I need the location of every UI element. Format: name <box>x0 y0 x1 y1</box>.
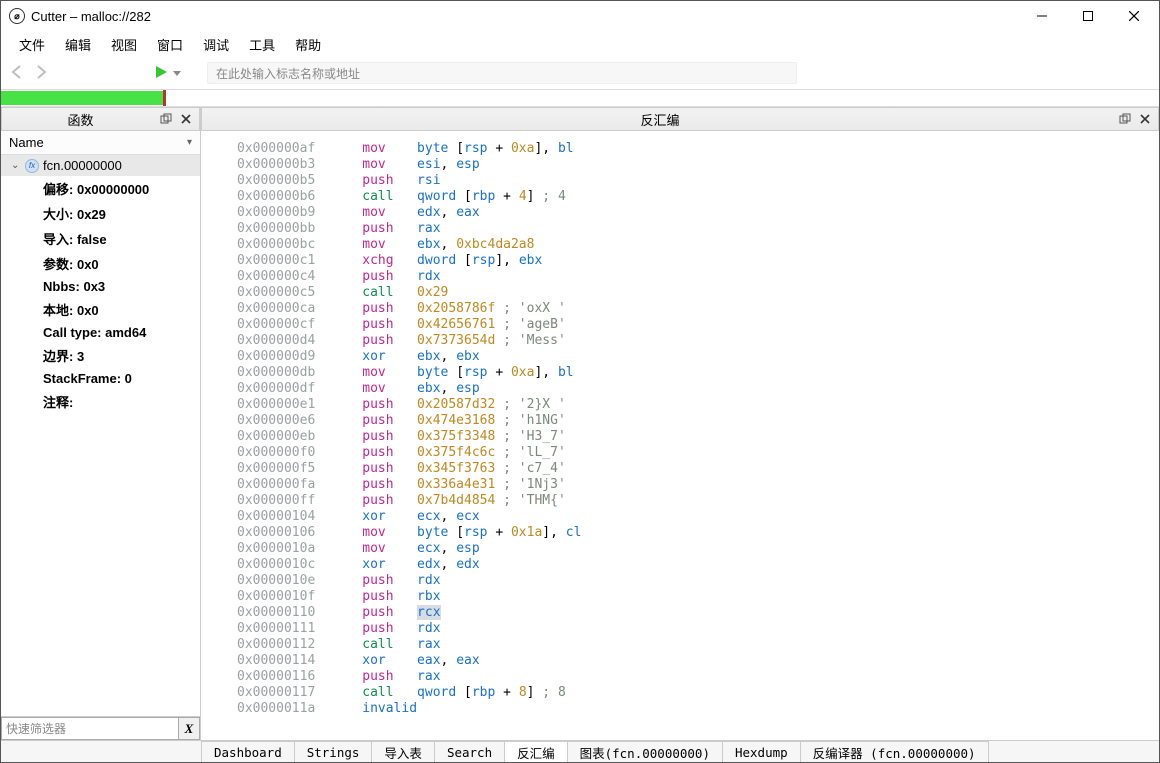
address-placeholder: 在此处输入标志名称或地址 <box>216 65 360 82</box>
window-title: Cutter – malloc://282 <box>31 9 1019 24</box>
function-property: StackFrame: 0 <box>1 368 200 389</box>
run-dropdown-icon[interactable] <box>173 71 181 76</box>
function-name-label: fcn.00000000 <box>43 158 122 173</box>
chevron-down-icon: ▾ <box>187 137 192 148</box>
functions-tree[interactable]: ⌄ fx fcn.00000000 偏移: 0x00000000大小: 0x29导入:… <box>1 155 200 716</box>
quick-filter-clear-button[interactable]: X <box>178 717 200 740</box>
menu-item[interactable]: 窗口 <box>147 33 193 56</box>
menu-item[interactable]: 工具 <box>239 33 285 56</box>
function-property: 偏移: 0x00000000 <box>1 176 200 201</box>
menu-item[interactable]: 编辑 <box>55 33 101 56</box>
functions-column-header[interactable]: Name ▾ <box>1 131 200 155</box>
function-property: 参数: 0x0 <box>1 251 200 276</box>
panel-close-icon[interactable] <box>1136 110 1154 128</box>
bottom-tab[interactable]: Hexdump <box>722 741 801 762</box>
disassembly-panel: 反汇编 0x000000af mov byte [rsp + 0xa], bl … <box>201 107 1159 740</box>
functions-panel-title: 函数 <box>6 110 155 129</box>
function-property: 边界: 3 <box>1 343 200 368</box>
function-property: Nbbs: 0x3 <box>1 276 200 297</box>
panel-close-icon[interactable] <box>177 110 195 128</box>
menu-item[interactable]: 调试 <box>193 33 239 56</box>
expand-icon[interactable]: ⌄ <box>11 160 21 171</box>
panel-float-icon[interactable] <box>1116 110 1134 128</box>
maximize-button[interactable] <box>1065 1 1111 31</box>
disassembly-panel-title: 反汇编 <box>206 110 1114 129</box>
menubar: 文件编辑视图窗口调试工具帮助 <box>1 31 1159 57</box>
address-input[interactable]: 在此处输入标志名称或地址 <box>207 62 797 84</box>
disassembly-view[interactable]: 0x000000af mov byte [rsp + 0xa], bl 0x00… <box>201 131 1159 740</box>
bottom-tab[interactable]: Search <box>434 741 505 762</box>
app-icon: ⌀ <box>9 8 25 24</box>
quick-filter-input[interactable] <box>1 717 178 740</box>
bottom-tab[interactable]: 导入表 <box>371 741 435 762</box>
function-property: 注释: <box>1 389 200 414</box>
run-button[interactable] <box>153 64 169 83</box>
function-tree-item[interactable]: ⌄ fx fcn.00000000 <box>1 155 200 176</box>
nav-forward-button[interactable] <box>33 64 51 82</box>
menu-item[interactable]: 文件 <box>9 33 55 56</box>
bottom-tabbar: DashboardStrings导入表Search反汇编图表(fcn.00000… <box>1 740 1159 762</box>
titlebar: ⌀ Cutter – malloc://282 <box>1 1 1159 31</box>
function-property: Call type: amd64 <box>1 322 200 343</box>
bottom-tab[interactable]: 图表(fcn.00000000) <box>567 741 723 762</box>
functions-panel: 函数 Name ▾ ⌄ fx fcn.00000000 偏移: 0x00000000大… <box>1 107 201 740</box>
nav-back-button[interactable] <box>9 64 27 82</box>
bottom-tab[interactable]: 反汇编 <box>504 741 568 762</box>
panel-float-icon[interactable] <box>157 110 175 128</box>
function-property: 大小: 0x29 <box>1 201 200 226</box>
bottom-tab[interactable]: Strings <box>294 741 373 762</box>
menu-item[interactable]: 视图 <box>101 33 147 56</box>
file-overview-strip[interactable] <box>1 89 1159 107</box>
column-name-label: Name <box>9 135 44 150</box>
close-button[interactable] <box>1111 1 1157 31</box>
function-property: 本地: 0x0 <box>1 297 200 322</box>
minimize-button[interactable] <box>1019 1 1065 31</box>
bottom-tab[interactable]: 反编译器 (fcn.00000000) <box>800 741 989 762</box>
toolbar: 在此处输入标志名称或地址 <box>1 57 1159 89</box>
bottom-tab[interactable]: Dashboard <box>201 741 295 762</box>
function-icon: fx <box>25 159 39 173</box>
function-property: 导入: false <box>1 226 200 251</box>
menu-item[interactable]: 帮助 <box>285 33 331 56</box>
disassembly-panel-header: 反汇编 <box>201 107 1159 131</box>
functions-panel-header: 函数 <box>1 107 200 131</box>
